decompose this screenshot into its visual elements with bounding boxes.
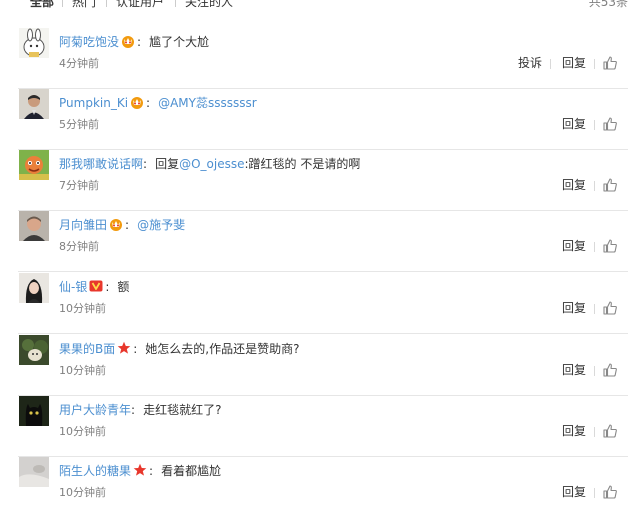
timestamp: 10分钟前 — [59, 302, 106, 315]
action-divider — [594, 181, 595, 191]
action-divider — [550, 59, 551, 69]
reply-prefix: 回复 — [155, 157, 180, 171]
colon: : — [149, 464, 154, 478]
timestamp: 10分钟前 — [59, 364, 106, 377]
avatar[interactable] — [19, 89, 49, 119]
reply-button[interactable]: 回复 — [562, 424, 586, 438]
tab-divider — [62, 0, 63, 7]
avatar[interactable] — [19, 28, 49, 58]
comment-item: 那我哪敢说话啊: 回复@O_ojesse:蹭红毯的 不是请的啊 7分钟前 回复 — [0, 150, 640, 211]
tab-divider — [106, 0, 107, 7]
comment-item: 陌生人的糖果: 看着都尴尬 10分钟前 回复 — [0, 457, 640, 518]
action-divider — [594, 366, 595, 376]
timestamp: 10分钟前 — [59, 425, 106, 438]
avatar[interactable] — [19, 335, 49, 365]
comment-text: 她怎么去的,作品还是赞助商? — [145, 342, 300, 356]
report-button[interactable]: 投诉 — [518, 56, 542, 70]
star-badge-icon — [117, 341, 131, 355]
avatar[interactable] — [19, 457, 49, 487]
crown-badge-icon — [130, 95, 144, 109]
comment-text: 看着都尴尬 — [161, 464, 222, 478]
tab-all[interactable]: 全部 — [30, 0, 54, 10]
star-badge-icon — [133, 463, 147, 477]
comment-item: 仙-银: 额 10分钟前 回复 — [0, 273, 640, 334]
avatar[interactable] — [19, 273, 49, 303]
comment-text: 额 — [117, 280, 130, 294]
comment-text: :蹭红毯的 不是请的啊 — [244, 157, 361, 171]
tab-divider — [175, 0, 176, 7]
comment-item: Pumpkin_Ki: @AMY蕊sssssssr 5分钟前 回复 — [0, 89, 640, 150]
like-icon[interactable] — [602, 362, 618, 378]
verified-v-icon — [89, 279, 103, 293]
action-divider — [594, 120, 595, 130]
timestamp: 4分钟前 — [59, 57, 99, 70]
action-divider — [594, 427, 595, 437]
username-link[interactable]: 阿菊吃饱没 — [59, 35, 119, 49]
comment-item: 果果的B面: 她怎么去的,作品还是赞助商? 10分钟前 回复 — [0, 335, 640, 396]
tab-verified-users[interactable]: 认证用户 — [116, 0, 164, 10]
username-link[interactable]: 月向雏田 — [59, 218, 107, 232]
comment-item: 用户大龄青年: 走红毯就红了? 10分钟前 回复 — [0, 396, 640, 457]
comment-divider — [18, 333, 628, 334]
reply-button[interactable]: 回复 — [562, 301, 586, 315]
comment-item: 月向雏田: @施予斐 8分钟前 回复 — [0, 211, 640, 272]
timestamp: 10分钟前 — [59, 486, 106, 499]
tab-hot[interactable]: 热门 — [72, 0, 96, 10]
colon: : — [143, 157, 148, 171]
reply-button[interactable]: 回复 — [562, 178, 586, 192]
timestamp: 5分钟前 — [59, 118, 99, 131]
reply-button[interactable]: 回复 — [562, 485, 586, 499]
like-icon[interactable] — [602, 238, 618, 254]
action-divider — [594, 59, 595, 69]
colon: : — [146, 96, 151, 110]
like-icon[interactable] — [602, 300, 618, 316]
username-link[interactable]: 那我哪敢说话啊 — [59, 157, 143, 171]
avatar[interactable] — [19, 150, 49, 180]
comment-text: 尴了个大尬 — [149, 35, 210, 49]
timestamp: 7分钟前 — [59, 179, 99, 192]
reply-button[interactable]: 回复 — [562, 117, 586, 131]
action-divider — [594, 242, 595, 252]
colon: : — [105, 280, 110, 294]
timestamp: 8分钟前 — [59, 240, 99, 253]
reply-button[interactable]: 回复 — [562, 56, 586, 70]
like-icon[interactable] — [602, 177, 618, 193]
comment-text: 走红毯就红了? — [143, 403, 222, 417]
action-divider — [594, 488, 595, 498]
mention-link[interactable]: @O_ojesse — [179, 157, 244, 171]
comment-divider — [18, 271, 628, 272]
like-icon[interactable] — [602, 484, 618, 500]
mention-link[interactable]: @施予斐 — [137, 218, 185, 232]
like-icon[interactable] — [602, 55, 618, 71]
avatar[interactable] — [19, 211, 49, 241]
avatar[interactable] — [19, 396, 49, 426]
username-link[interactable]: 陌生人的糖果 — [59, 464, 131, 478]
action-divider — [594, 304, 595, 314]
username-link[interactable]: 果果的B面 — [59, 342, 115, 356]
crown-badge-icon — [109, 217, 123, 231]
username-link[interactable]: Pumpkin_Ki — [59, 96, 128, 110]
tab-following[interactable]: 关注的人 — [185, 0, 233, 10]
colon: : — [131, 403, 136, 417]
colon: : — [137, 35, 142, 49]
colon: : — [133, 342, 138, 356]
crown-badge-icon — [121, 34, 135, 48]
mention-link[interactable]: @AMY蕊sssssssr — [158, 96, 257, 110]
like-icon[interactable] — [602, 423, 618, 439]
like-icon[interactable] — [602, 116, 618, 132]
comment-filter-tabs: 全部 热门 认证用户 关注的人 共53条 — [0, 0, 640, 10]
reply-button[interactable]: 回复 — [562, 363, 586, 377]
username-link[interactable]: 仙-银 — [59, 280, 87, 294]
comment-item: 阿菊吃饱没: 尴了个大尬 4分钟前 投诉 回复 — [0, 28, 640, 89]
comment-count: 共53条 — [588, 0, 628, 9]
colon: : — [125, 218, 130, 232]
reply-button[interactable]: 回复 — [562, 239, 586, 253]
username-link[interactable]: 用户大龄青年 — [59, 403, 131, 417]
